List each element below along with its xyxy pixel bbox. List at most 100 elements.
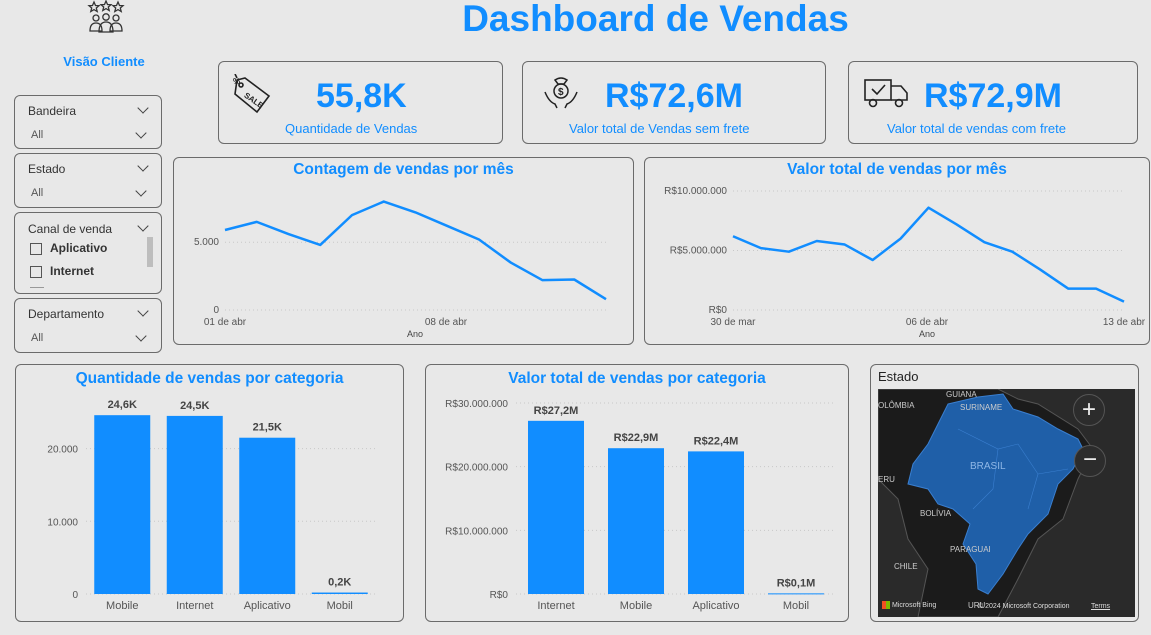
y-tick-label: R$5.000.000 [670, 246, 728, 257]
x-tick-label: 30 de mar [710, 317, 756, 328]
zoom-in-button[interactable]: + [1073, 394, 1105, 426]
bar [311, 592, 368, 594]
bar-chart-quantidade[interactable]: Quantidade de vendas por categoria 0 10.0… [15, 364, 404, 622]
x-tick-label: 01 de abr [204, 317, 247, 328]
bar [688, 451, 744, 594]
map-label: PARAGUAI [950, 545, 991, 554]
data-label: R$27,2M [534, 405, 579, 417]
data-label: R$22,9M [614, 432, 659, 444]
map-canvas[interactable]: GUIANA OLÔMBIA SURINAME BRASIL ERU BOLÍV… [878, 389, 1135, 617]
terms-link[interactable]: Terms [1091, 603, 1110, 610]
bar [166, 415, 223, 594]
data-label: 21,5K [253, 422, 282, 434]
slicer-value[interactable]: All [31, 187, 43, 199]
bar-chart-valor-svg: R$0 R$10.000.000 R$20.000.000 R$30.000.000 R… [445, 399, 836, 612]
x-tick-label: Mobile [620, 600, 652, 612]
delivery-truck-icon [863, 74, 909, 115]
collapse-chevron-icon[interactable] [137, 102, 149, 114]
bar [528, 420, 584, 594]
option-label: Internet [50, 264, 95, 278]
collapse-chevron-icon[interactable] [137, 220, 149, 232]
x-tick-label: Aplicativo [244, 600, 291, 612]
kpi-label: Valor total de Vendas sem frete [569, 121, 750, 136]
line-chart-valor-svg: R$0 R$5.000.000 R$10.000.000 30 de mar 06 de… [664, 186, 1146, 339]
slicer-value[interactable]: All [31, 129, 43, 141]
attribution-text: Microsoft Bing [891, 601, 937, 609]
option-aplicativo[interactable]: Aplicativo [30, 241, 107, 255]
x-tick-label: Internet [176, 600, 213, 612]
map-label: OLÔMBIA [878, 401, 915, 410]
kpi-label: Valor total de vendas com frete [887, 121, 1066, 136]
map-title: Estado [878, 369, 919, 384]
svg-text:SALE: SALE [242, 91, 265, 111]
x-tick-label: Mobil [327, 600, 353, 612]
collapse-chevron-icon[interactable] [137, 160, 149, 172]
map-label: SURINAME [960, 403, 1003, 412]
view-switch-link[interactable]: Visão Cliente [40, 54, 168, 69]
line-chart-valor[interactable]: Valor total de vendas por mês R$0 R$5.000… [644, 157, 1150, 345]
map-label: BRASIL [970, 461, 1006, 472]
slicer-bandeira[interactable]: Bandeira All [14, 95, 162, 149]
bar-chart-valor[interactable]: Valor total de vendas por categoria R$0 R… [425, 364, 849, 622]
bar-chart-quantidade-svg: 0 10.000 20.000 24,6K Mobile 24,5K Internet 21,… [47, 399, 376, 612]
y-tick-label: R$0 [490, 590, 509, 601]
slicer-estado[interactable]: Estado All [14, 153, 162, 208]
svg-text:$: $ [558, 87, 564, 98]
x-tick-label: Aplicativo [692, 600, 739, 612]
y-tick-label: 10.000 [47, 517, 78, 528]
data-label: 24,5K [180, 400, 209, 412]
x-tick-label: 13 de abr [1103, 317, 1146, 328]
kpi-card-valor-com-frete: R$72,9M Valor total de vendas com frete [848, 61, 1138, 144]
copyright-text: © 2024 Microsoft Corporation [978, 603, 1070, 610]
x-tick-label: Mobile [106, 600, 138, 612]
divider [30, 287, 44, 288]
slicer-title: Departamento [28, 307, 105, 321]
kpi-value: R$72,6M [605, 77, 743, 115]
kpi-value: R$72,9M [924, 77, 1062, 115]
x-axis-label: Ano [407, 329, 423, 339]
checkbox[interactable] [30, 265, 42, 278]
collapse-chevron-icon[interactable] [137, 305, 149, 317]
slicer-title: Canal de venda [28, 222, 113, 236]
option-internet[interactable]: Internet [30, 264, 94, 278]
map-label: BOLÍVIA [920, 509, 952, 518]
data-label: R$0,1M [777, 577, 816, 589]
data-label: 24,6K [108, 399, 137, 411]
data-label: 0,2K [328, 577, 351, 589]
x-tick-label: 08 de abr [425, 317, 468, 328]
bar [768, 593, 824, 595]
slicer-canal-de-venda[interactable]: Canal de venda Aplicativo Internet [14, 212, 162, 294]
kpi-card-valor-sem-frete: $ R$72,6M Valor total de Vendas sem fret… [522, 61, 826, 144]
map-label: ERU [878, 475, 895, 484]
bar [239, 437, 296, 594]
map-label: GUIANA [946, 390, 977, 399]
y-tick-label: 0 [213, 305, 219, 316]
slicer-title: Bandeira [28, 104, 77, 118]
money-hand-icon: $ [543, 74, 579, 115]
line-chart-contagem[interactable]: Contagem de vendas por mês 0 5.000 01 de a… [173, 157, 634, 345]
y-tick-label: R$0 [709, 305, 728, 316]
zoom-out-button[interactable]: − [1074, 445, 1106, 477]
checkbox[interactable] [30, 242, 42, 255]
chevron-down-icon[interactable] [135, 185, 147, 197]
kpi-label: Quantidade de Vendas [285, 121, 418, 136]
kpi-card-quantidade: SALE % 55,8K Quantidade de Vendas [218, 61, 503, 144]
sale-tag-icon: SALE % [231, 73, 273, 121]
bar [94, 415, 151, 594]
map-label: CHILE [894, 562, 918, 571]
x-tick-label: Mobil [783, 600, 809, 612]
chevron-down-icon[interactable] [135, 127, 147, 139]
chevron-down-icon[interactable] [135, 330, 147, 342]
series-line [732, 206, 1125, 303]
slicer-value[interactable]: All [31, 332, 43, 344]
y-tick-label: 5.000 [194, 237, 219, 248]
y-tick-label: 20.000 [47, 445, 78, 456]
scrollbar[interactable] [147, 237, 153, 267]
line-chart-contagem-svg: 0 5.000 01 de abr 08 de abrAno [194, 200, 607, 339]
y-tick-label: R$10.000.000 [445, 526, 508, 537]
data-label: R$22,4M [694, 435, 739, 447]
map-estado[interactable]: Estado GUIANA OLÔMBIA SURINAME BRASIL ER… [870, 364, 1139, 622]
slicer-departamento[interactable]: Departamento All [14, 298, 162, 353]
bing-logo: Microsoft Bing [882, 601, 936, 609]
kpi-value: 55,8K [316, 77, 407, 115]
